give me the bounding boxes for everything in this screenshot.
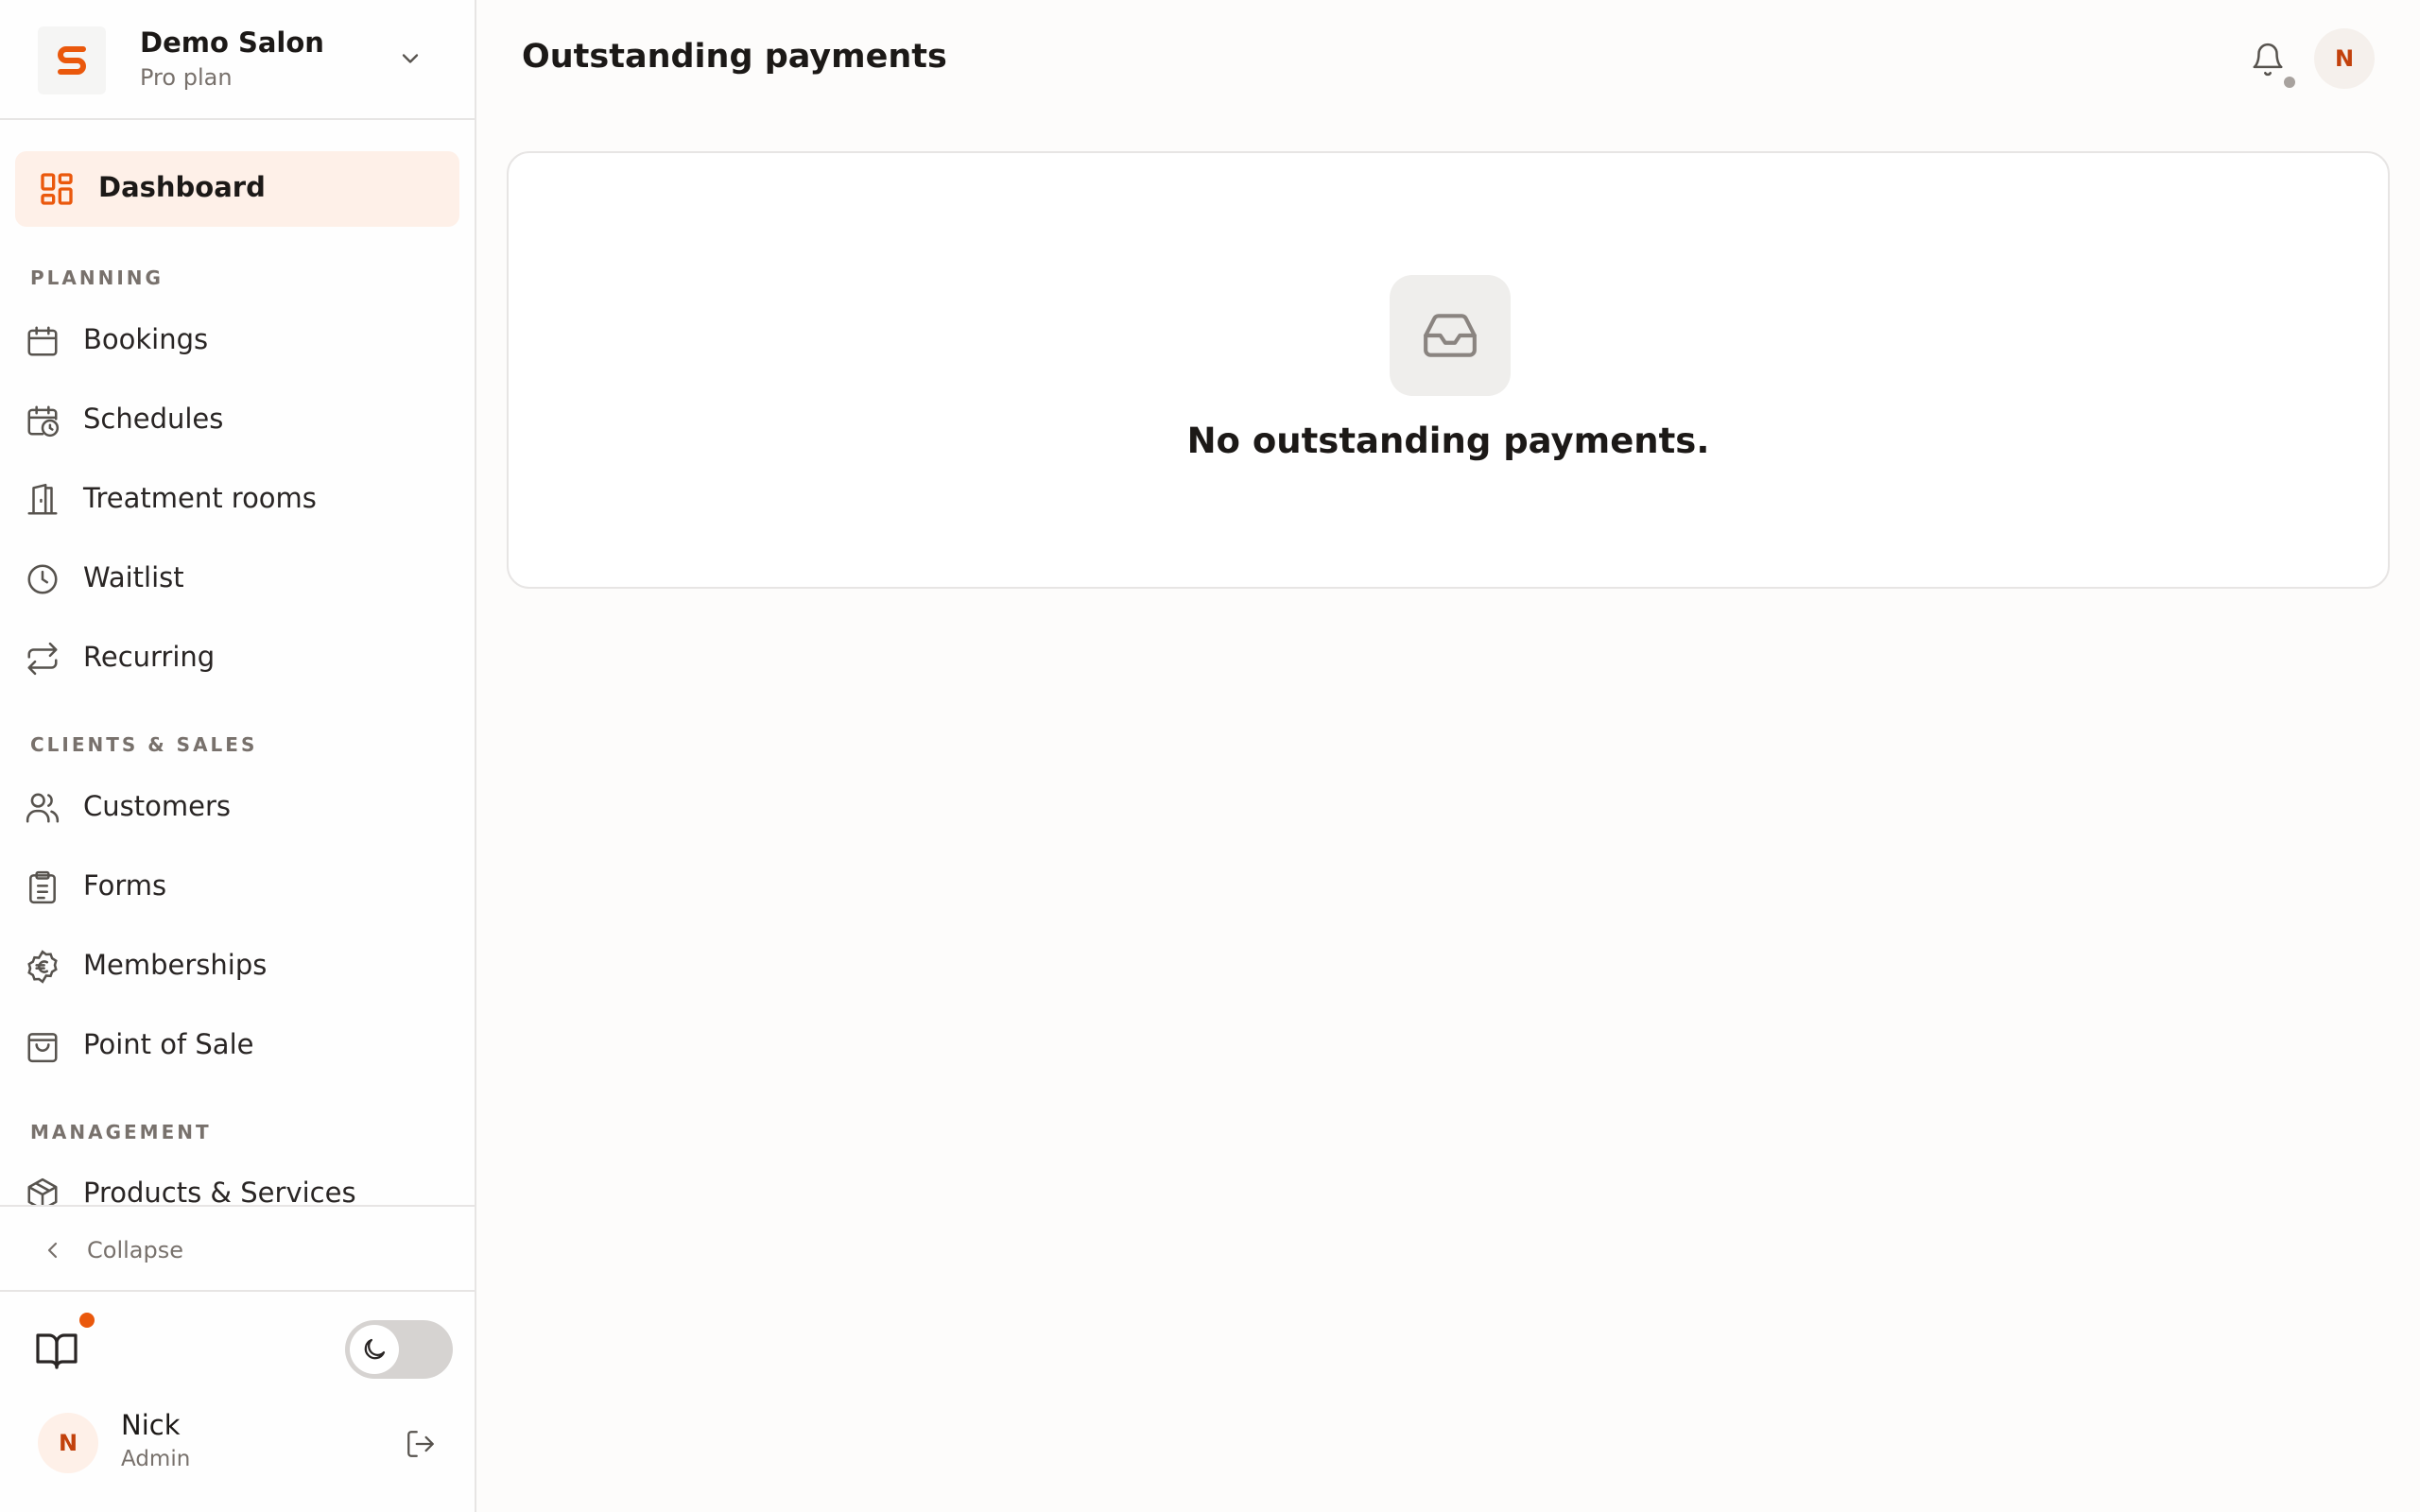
sidebar-item-dashboard[interactable]: Dashboard <box>15 151 459 227</box>
empty-state-card: No outstanding payments. <box>507 151 2390 589</box>
moon-icon <box>364 1338 386 1360</box>
workspace-switcher[interactable]: Demo Salon Pro plan <box>0 0 475 120</box>
collapse-sidebar-button[interactable]: Collapse <box>0 1205 475 1292</box>
collapse-label: Collapse <box>87 1237 183 1263</box>
sidebar-item-forms[interactable]: Forms <box>15 856 459 917</box>
calendar-clock-icon <box>27 405 60 438</box>
sidebar-item-label: Waitlist <box>83 561 184 593</box>
sidebar-footer: N Nick Admin <box>0 1292 475 1512</box>
sidebar-item-products-services[interactable]: Products & Services <box>15 1163 459 1205</box>
notification-dot <box>79 1313 95 1328</box>
sidebar-item-label: Products & Services <box>83 1177 356 1205</box>
package-icon <box>27 1177 58 1205</box>
euro-badge-icon <box>27 950 58 984</box>
sidebar-item-bookings[interactable]: Bookings <box>15 310 459 370</box>
user-role: Admin <box>121 1447 191 1471</box>
sidebar-item-label: Schedules <box>83 403 224 435</box>
notification-dot <box>2284 77 2295 88</box>
sidebar-item-customers[interactable]: Customers <box>15 777 459 837</box>
users-icon <box>26 793 60 823</box>
clipboard-list-icon <box>29 870 56 904</box>
sidebar-item-waitlist[interactable]: Waitlist <box>15 548 459 609</box>
section-clients-sales: CLIENTS & SALES <box>30 733 258 756</box>
workspace-plan: Pro plan <box>140 64 233 91</box>
logo-s-icon <box>58 46 86 75</box>
section-planning: PLANNING <box>30 266 164 289</box>
logout-icon[interactable] <box>405 1428 437 1460</box>
dashboard-grid-icon <box>41 173 73 205</box>
bell-icon[interactable] <box>2250 42 2286 77</box>
sidebar-nav: Dashboard PLANNING Bookings Schedules Tr… <box>0 120 475 1205</box>
workspace-name: Demo Salon <box>140 26 324 59</box>
salon-logo <box>38 26 106 94</box>
sidebar-item-treatment-rooms[interactable]: Treatment rooms <box>15 469 459 529</box>
avatar[interactable]: N <box>2314 28 2375 89</box>
sidebar-item-memberships[interactable]: Memberships <box>15 936 459 996</box>
page-title: Outstanding payments <box>522 38 947 76</box>
shopping-bag-icon <box>27 1033 58 1063</box>
sidebar-item-label: Treatment rooms <box>83 482 317 514</box>
main-content: Outstanding payments N No outstanding pa… <box>476 0 2420 1512</box>
repeat-icon <box>27 642 58 676</box>
chevron-left-icon <box>47 1242 58 1259</box>
section-management: MANAGEMENT <box>30 1121 212 1143</box>
book-open-icon[interactable] <box>34 1328 79 1373</box>
calendar-icon <box>27 326 58 356</box>
app-root: Demo Salon Pro plan Dashboard PLANNING B… <box>0 0 2420 1512</box>
dark-mode-toggle[interactable] <box>345 1320 453 1379</box>
sidebar-item-label: Point of Sale <box>83 1028 254 1060</box>
sidebar-item-label: Dashboard <box>98 171 266 203</box>
avatar[interactable]: N <box>38 1413 98 1473</box>
toggle-knob <box>350 1325 399 1374</box>
sidebar-item-label: Forms <box>83 869 167 902</box>
sidebar-item-recurring[interactable]: Recurring <box>15 627 459 688</box>
user-name: Nick <box>121 1409 181 1441</box>
clock-icon <box>27 564 58 594</box>
sidebar-item-label: Customers <box>83 790 231 822</box>
sidebar-item-schedules[interactable]: Schedules <box>15 389 459 450</box>
inbox-icon <box>1424 314 1477 357</box>
sidebar-item-label: Recurring <box>83 641 216 673</box>
sidebar-item-label: Memberships <box>83 949 268 981</box>
empty-state-message: No outstanding payments. <box>1186 421 1710 461</box>
sidebar-item-point-of-sale[interactable]: Point of Sale <box>15 1015 459 1075</box>
chevron-down-icon <box>402 54 419 63</box>
door-icon <box>27 483 58 515</box>
empty-state-icon-box <box>1390 275 1511 396</box>
sidebar-item-label: Bookings <box>83 323 209 355</box>
sidebar: Demo Salon Pro plan Dashboard PLANNING B… <box>0 0 476 1512</box>
